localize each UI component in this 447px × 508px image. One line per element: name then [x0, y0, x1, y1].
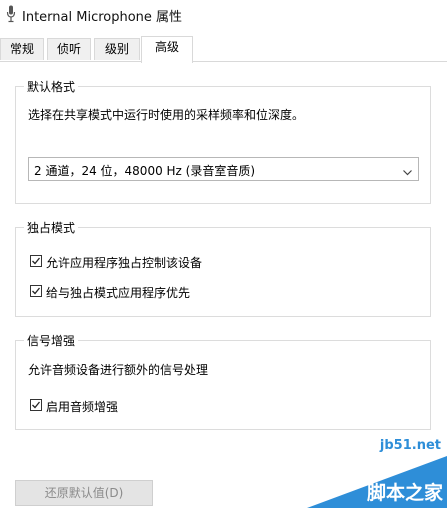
tab-listen[interactable]: 侦听: [47, 38, 91, 60]
sample-format-dropdown[interactable]: 2 通道，24 位，48000 Hz (录音室音质): [28, 157, 419, 181]
enable-audio-enhancement-checkbox[interactable]: 启用音频增强: [30, 398, 230, 414]
signal-enhancement-title: 信号增强: [24, 332, 79, 349]
default-format-group: 默认格式 选择在共享模式中运行时使用的采样频率和位深度。 2 通道，24 位，4…: [15, 78, 431, 204]
enable-audio-enhancement-label: 启用音频增强: [46, 400, 119, 414]
signal-enhancement-description: 允许音频设备进行额外的信号处理: [28, 363, 209, 377]
checkbox-checked-icon: [30, 285, 42, 297]
tab-strip: 常规 侦听 级别 高级: [0, 36, 447, 63]
signal-enhancement-group: 信号增强 允许音频设备进行额外的信号处理 启用音频增强: [15, 332, 431, 430]
chevron-down-icon: [403, 165, 412, 176]
default-format-description: 选择在共享模式中运行时使用的采样频率和位深度。: [28, 108, 305, 122]
exclusive-priority-checkbox[interactable]: 给与独占模式应用程序优先: [30, 284, 250, 300]
exclusive-priority-label: 给与独占模式应用程序优先: [46, 286, 191, 300]
microphone-icon: [6, 5, 16, 23]
checkbox-checked-icon: [30, 399, 42, 411]
watermark-name: 脚本之家: [366, 482, 443, 504]
allow-exclusive-control-checkbox[interactable]: 允许应用程序独占控制该设备: [30, 254, 250, 270]
tab-advanced[interactable]: 高级: [141, 36, 193, 63]
checkbox-checked-icon: [30, 255, 42, 267]
watermark-site: jb51.net: [379, 438, 441, 453]
tab-general[interactable]: 常规: [0, 38, 44, 60]
title-bar: Internal Microphone 属性: [0, 0, 447, 30]
tab-levels[interactable]: 级别: [94, 38, 140, 60]
restore-defaults-button[interactable]: 还原默认值(D): [15, 480, 153, 506]
window-title: Internal Microphone 属性: [22, 10, 183, 25]
exclusive-mode-title: 独占模式: [24, 219, 79, 236]
default-format-title: 默认格式: [24, 78, 79, 95]
sample-format-value: 2 通道，24 位，48000 Hz (录音室音质): [34, 164, 256, 178]
exclusive-mode-group: 独占模式 允许应用程序独占控制该设备 给与独占模式应用程序优先: [15, 219, 431, 317]
allow-exclusive-control-label: 允许应用程序独占控制该设备: [46, 256, 203, 270]
watermark: jb51.net 脚本之家: [292, 436, 447, 508]
